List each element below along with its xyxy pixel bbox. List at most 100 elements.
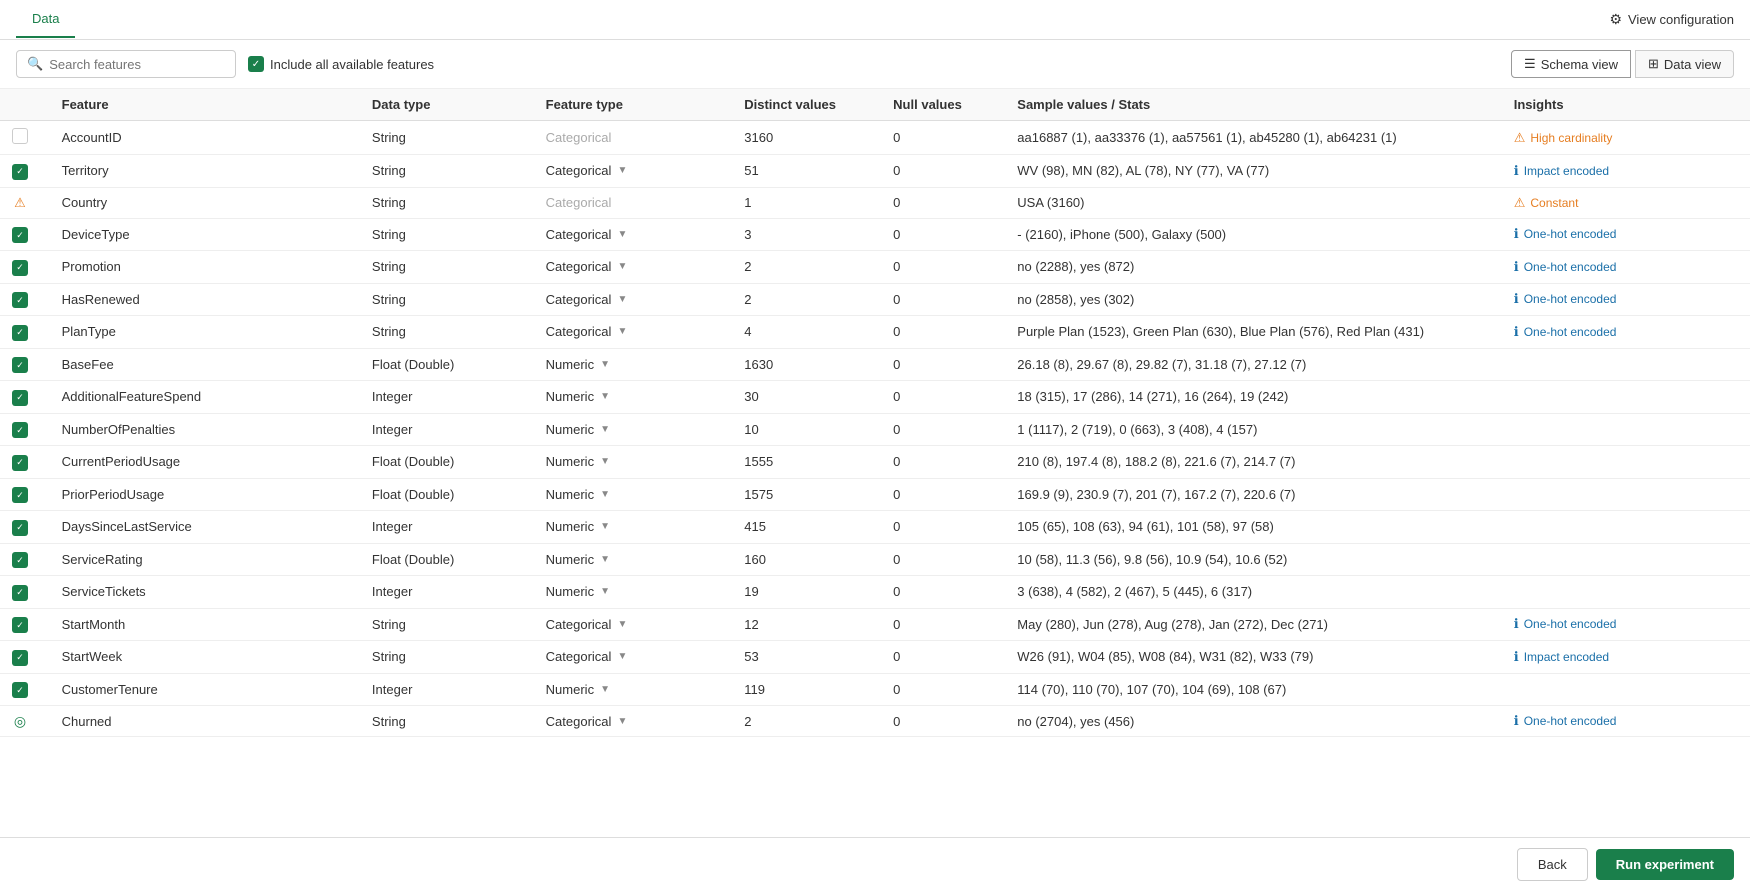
cell-checkbox[interactable] <box>0 121 50 155</box>
table-row: ✓ StartWeek String Categorical ▼ 53 0 W2… <box>0 641 1750 674</box>
cell-featuretype[interactable]: Numeric ▼ <box>534 413 733 446</box>
cell-checkbox[interactable]: ✓ <box>0 576 50 609</box>
dropdown-arrow[interactable]: ▼ <box>617 716 627 727</box>
cell-featuretype[interactable]: Numeric ▼ <box>534 478 733 511</box>
cell-featuretype[interactable]: Numeric ▼ <box>534 543 733 576</box>
insight-badge: ℹ One-hot encoded <box>1514 713 1617 729</box>
dropdown-arrow[interactable]: ▼ <box>600 554 610 565</box>
insight-badge: ℹ One-hot encoded <box>1514 616 1617 632</box>
row-checkbox-warning: ⚠ <box>12 195 28 211</box>
cell-checkbox[interactable]: ✓ <box>0 413 50 446</box>
cell-featuretype[interactable]: Categorical ▼ <box>534 641 733 674</box>
cell-checkbox[interactable]: ⚠ <box>0 187 50 218</box>
col-header-featuretype: Feature type <box>534 89 733 121</box>
cell-checkbox[interactable]: ✓ <box>0 608 50 641</box>
cell-distinct: 1575 <box>732 478 881 511</box>
dropdown-arrow[interactable]: ▼ <box>600 391 610 402</box>
row-checkbox-green[interactable]: ✓ <box>12 292 28 308</box>
row-checkbox-green[interactable]: ✓ <box>12 357 28 373</box>
toolbar-left: 🔍 ✓ Include all available features <box>16 50 434 78</box>
cell-featuretype[interactable]: Categorical ▼ <box>534 608 733 641</box>
row-checkbox-green[interactable]: ✓ <box>12 585 28 601</box>
cell-insights: ⚠ High cardinality <box>1502 121 1750 155</box>
cell-featuretype[interactable]: Numeric ▼ <box>534 576 733 609</box>
data-view-button[interactable]: ⊞ Data view <box>1635 50 1734 78</box>
cell-null: 0 <box>881 543 1005 576</box>
cell-featuretype[interactable]: Categorical ▼ <box>534 283 733 316</box>
cell-insights <box>1502 511 1750 544</box>
view-config-button[interactable]: ⚙ View configuration <box>1609 11 1734 28</box>
cell-featuretype[interactable]: Numeric ▼ <box>534 446 733 479</box>
cell-checkbox[interactable]: ✓ <box>0 673 50 706</box>
cell-checkbox[interactable]: ◎ <box>0 706 50 737</box>
cell-featuretype[interactable]: Categorical ▼ <box>534 155 733 188</box>
row-checkbox-green[interactable]: ✓ <box>12 455 28 471</box>
cell-null: 0 <box>881 316 1005 349</box>
cell-featuretype[interactable]: Numeric ▼ <box>534 381 733 414</box>
cell-checkbox[interactable]: ✓ <box>0 511 50 544</box>
dropdown-arrow[interactable]: ▼ <box>617 651 627 662</box>
row-checkbox-green[interactable]: ✓ <box>12 227 28 243</box>
cell-featuretype[interactable]: Numeric ▼ <box>534 348 733 381</box>
search-input[interactable] <box>49 57 225 72</box>
cell-distinct: 2 <box>732 706 881 737</box>
dropdown-arrow[interactable]: ▼ <box>600 456 610 467</box>
row-checkbox-green[interactable]: ✓ <box>12 617 28 633</box>
dropdown-arrow[interactable]: ▼ <box>617 261 627 272</box>
cell-checkbox[interactable]: ✓ <box>0 543 50 576</box>
dropdown-arrow[interactable]: ▼ <box>600 521 610 532</box>
cell-featuretype[interactable]: Categorical <box>534 121 733 155</box>
row-checkbox-target: ◎ <box>12 713 28 729</box>
dropdown-arrow[interactable]: ▼ <box>600 424 610 435</box>
cell-sample: aa16887 (1), aa33376 (1), aa57561 (1), a… <box>1005 121 1501 155</box>
cell-featuretype[interactable]: Numeric ▼ <box>534 511 733 544</box>
cell-null: 0 <box>881 576 1005 609</box>
dropdown-arrow[interactable]: ▼ <box>617 294 627 305</box>
table-row: ✓ Promotion String Categorical ▼ 2 0 no … <box>0 251 1750 284</box>
dropdown-arrow[interactable]: ▼ <box>600 684 610 695</box>
cell-checkbox[interactable]: ✓ <box>0 251 50 284</box>
cell-checkbox[interactable]: ✓ <box>0 348 50 381</box>
dropdown-arrow[interactable]: ▼ <box>600 489 610 500</box>
cell-featuretype[interactable]: Numeric ▼ <box>534 673 733 706</box>
cell-checkbox[interactable]: ✓ <box>0 446 50 479</box>
row-checkbox-green[interactable]: ✓ <box>12 682 28 698</box>
search-box[interactable]: 🔍 <box>16 50 236 78</box>
dropdown-arrow[interactable]: ▼ <box>617 165 627 176</box>
cell-featuretype[interactable]: Categorical ▼ <box>534 251 733 284</box>
cell-featuretype[interactable]: Categorical ▼ <box>534 706 733 737</box>
include-all-checkbox[interactable]: ✓ <box>248 56 264 72</box>
back-button[interactable]: Back <box>1517 848 1588 881</box>
cell-checkbox[interactable]: ✓ <box>0 218 50 251</box>
dropdown-arrow[interactable]: ▼ <box>600 586 610 597</box>
table-row: ✓ DeviceType String Categorical ▼ 3 0 - … <box>0 218 1750 251</box>
cell-checkbox[interactable]: ✓ <box>0 641 50 674</box>
row-checkbox-green[interactable]: ✓ <box>12 325 28 341</box>
schema-view-button[interactable]: ☰ Schema view <box>1511 50 1631 78</box>
cell-checkbox[interactable]: ✓ <box>0 155 50 188</box>
row-checkbox-green[interactable]: ✓ <box>12 164 28 180</box>
row-checkbox-green[interactable]: ✓ <box>12 422 28 438</box>
row-checkbox-green[interactable]: ✓ <box>12 520 28 536</box>
cell-checkbox[interactable]: ✓ <box>0 316 50 349</box>
row-checkbox-empty[interactable] <box>12 128 28 144</box>
insight-text: Impact encoded <box>1524 164 1609 178</box>
row-checkbox-green[interactable]: ✓ <box>12 650 28 666</box>
row-checkbox-green[interactable]: ✓ <box>12 260 28 276</box>
dropdown-arrow[interactable]: ▼ <box>600 359 610 370</box>
cell-checkbox[interactable]: ✓ <box>0 381 50 414</box>
cell-featuretype[interactable]: Categorical ▼ <box>534 316 733 349</box>
cell-checkbox[interactable]: ✓ <box>0 478 50 511</box>
cell-featuretype[interactable]: Categorical ▼ <box>534 218 733 251</box>
cell-checkbox[interactable]: ✓ <box>0 283 50 316</box>
dropdown-arrow[interactable]: ▼ <box>617 229 627 240</box>
run-experiment-button[interactable]: Run experiment <box>1596 849 1734 880</box>
dropdown-arrow[interactable]: ▼ <box>617 619 627 630</box>
dropdown-arrow[interactable]: ▼ <box>617 326 627 337</box>
cell-featuretype[interactable]: Categorical <box>534 187 733 218</box>
row-checkbox-green[interactable]: ✓ <box>12 552 28 568</box>
cell-datatype: Float (Double) <box>360 446 534 479</box>
tab-data[interactable]: Data <box>16 1 75 38</box>
row-checkbox-green[interactable]: ✓ <box>12 390 28 406</box>
row-checkbox-green[interactable]: ✓ <box>12 487 28 503</box>
